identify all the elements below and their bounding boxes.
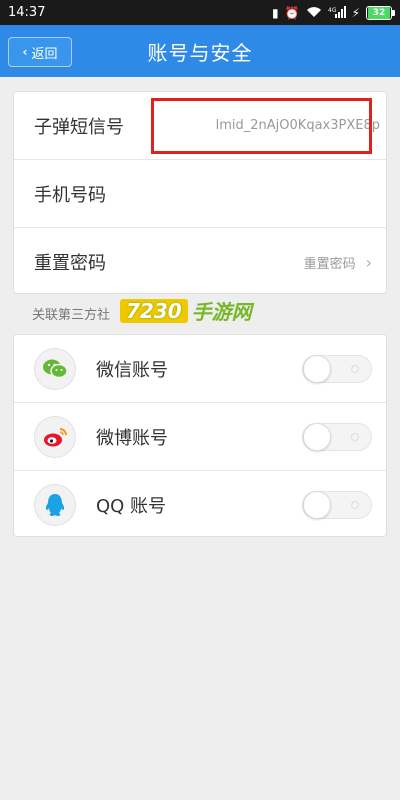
signal-icon: 4G	[328, 5, 346, 20]
row-label: 重置密码	[34, 253, 106, 274]
watermark-text: 手游网	[191, 300, 252, 324]
wechat-toggle[interactable]	[302, 354, 372, 383]
row-label: 手机号码	[34, 184, 106, 206]
toggle-knob	[303, 422, 331, 451]
row-bullet-sms-id[interactable]: 子弹短信号 lmid_2nAjO0Kqax3PXE8p	[14, 92, 386, 160]
battery-icon: 32	[366, 5, 395, 20]
account-card: 子弹短信号 lmid_2nAjO0Kqax3PXE8p 手机号码 重置密码 重置…	[13, 91, 387, 294]
row-wechat: 微信账号	[14, 335, 386, 403]
weibo-icon	[34, 415, 76, 458]
social-accounts-card: 微信账号 微博账号 QQ 账号	[13, 334, 387, 537]
chevron-left-icon: ‹	[22, 45, 28, 59]
status-bar: 14:37 ▮ ⏰ 4G ⚡ 32	[0, 0, 400, 25]
back-button[interactable]: ‹ 返回	[8, 37, 72, 67]
chevron-right-icon: ›	[365, 252, 372, 272]
app-header: ‹ 返回 账号与安全	[0, 25, 400, 77]
charging-icon: ⚡	[351, 5, 360, 20]
status-time: 14:37	[8, 5, 46, 20]
qq-toggle[interactable]	[302, 491, 372, 519]
row-label: 微信账号	[96, 359, 168, 381]
row-weibo: 微博账号	[14, 403, 386, 471]
reset-password-value: 重置密码	[303, 256, 356, 272]
watermark-logo: 7230 手游网	[120, 296, 252, 325]
battery-level: 32	[372, 7, 386, 18]
network-type: 4G	[328, 7, 337, 14]
weibo-toggle[interactable]	[302, 422, 372, 451]
status-icons: ▮ ⏰ 4G ⚡ 32	[272, 5, 395, 20]
section-label: 关联第三方社	[32, 308, 111, 323]
row-label: 子弹短信号	[34, 116, 124, 138]
page-title: 账号与安全	[147, 40, 253, 65]
watermark-number: 7230	[120, 298, 188, 323]
wechat-icon	[34, 347, 76, 390]
alarm-icon: ⏰	[284, 5, 300, 20]
notification-icon: ▮	[272, 5, 279, 20]
toggle-knob	[303, 491, 331, 519]
back-label: 返回	[31, 46, 58, 62]
row-label: 微博账号	[96, 427, 168, 449]
row-label: QQ 账号	[96, 496, 167, 517]
qq-icon	[34, 484, 76, 526]
row-phone-number[interactable]: 手机号码	[14, 160, 386, 228]
bullet-sms-id-value: lmid_2nAjO0Kqax3PXE8p	[215, 118, 380, 133]
row-reset-password[interactable]: 重置密码 重置密码 ›	[14, 228, 386, 296]
reset-password-action: 重置密码 ›	[304, 253, 372, 272]
toggle-knob	[303, 354, 331, 383]
wifi-icon	[306, 6, 322, 20]
row-qq: QQ 账号	[14, 471, 386, 539]
